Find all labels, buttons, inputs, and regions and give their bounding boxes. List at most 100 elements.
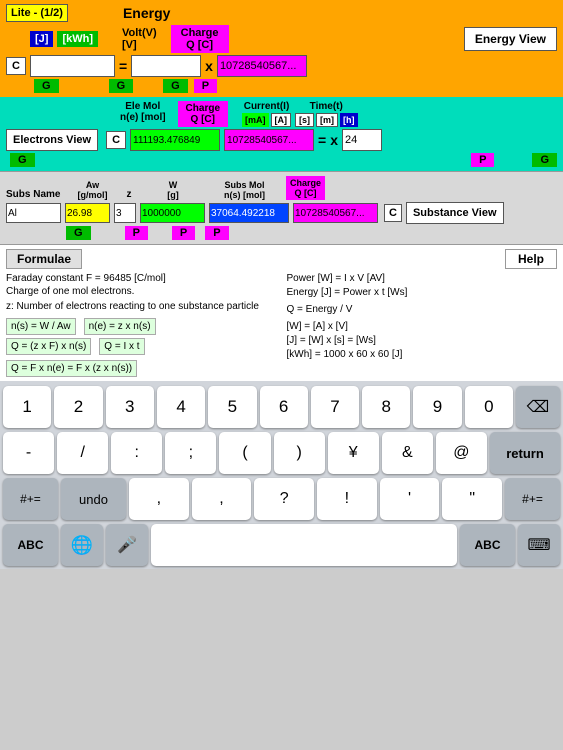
charge-input-mid[interactable]: 10728540567... xyxy=(224,129,314,151)
key-4[interactable]: 4 xyxy=(157,386,205,428)
energy-label: Energy xyxy=(123,5,170,21)
volt-input[interactable] xyxy=(131,55,201,77)
key-2[interactable]: 2 xyxy=(54,386,102,428)
g-button-3[interactable]: G xyxy=(163,79,188,93)
key-semicolon[interactable]: ; xyxy=(165,432,216,474)
right-formula-6: [kWh] = 1000 x 60 x 60 [J] xyxy=(287,349,558,360)
key-quote[interactable]: " xyxy=(442,478,502,520)
key-1[interactable]: 1 xyxy=(3,386,51,428)
formula-3: n(e) = z x n(s) xyxy=(84,318,156,335)
key-question[interactable]: ? xyxy=(254,478,314,520)
c-button-top[interactable]: C xyxy=(6,57,26,75)
p-button-mid[interactable]: P xyxy=(471,153,494,167)
key-5[interactable]: 5 xyxy=(208,386,256,428)
volt-label: Volt(V)[V] xyxy=(122,27,157,51)
key-at[interactable]: @ xyxy=(436,432,487,474)
key-colon[interactable]: : xyxy=(111,432,162,474)
space-bar[interactable] xyxy=(151,524,457,566)
z-input[interactable]: 3 xyxy=(114,203,136,223)
formulae-title: Formulae xyxy=(6,249,82,269)
key-comma-2[interactable]: , xyxy=(192,478,252,520)
key-delete[interactable]: ⌫ xyxy=(516,386,560,428)
g-button-1[interactable]: G xyxy=(34,79,59,93)
mid-equals: = xyxy=(318,132,326,148)
formula-5: Q = F x n(e) = F x (z x n(s)) xyxy=(6,360,137,377)
key-exclaim[interactable]: ! xyxy=(317,478,377,520)
key-undo[interactable]: undo xyxy=(61,478,126,520)
s-button[interactable]: [s] xyxy=(295,113,314,127)
subs-mol-input[interactable]: 37064.492218 xyxy=(209,203,289,223)
g-button-2[interactable]: G xyxy=(109,79,134,93)
subs-mol-label: Subs Moln(s) [mol] xyxy=(207,180,282,200)
subs-name-label: Subs Name xyxy=(6,189,66,200)
key-9[interactable]: 9 xyxy=(413,386,461,428)
p-button-subs-1[interactable]: P xyxy=(125,226,148,240)
key-open-paren[interactable]: ( xyxy=(219,432,270,474)
key-hashplus-left[interactable]: #+= xyxy=(3,478,58,520)
app-title: Lite - (1/2) xyxy=(6,4,68,22)
help-button[interactable]: Help xyxy=(505,249,557,269)
g-button-subs[interactable]: G xyxy=(66,226,91,240)
substance-view-button[interactable]: Substance View xyxy=(406,202,504,224)
globe-button[interactable]: 🌐 xyxy=(61,524,103,566)
key-7[interactable]: 7 xyxy=(311,386,359,428)
key-comma[interactable]: , xyxy=(129,478,189,520)
energy-view-button[interactable]: Energy View xyxy=(464,27,557,51)
key-0[interactable]: 0 xyxy=(465,386,513,428)
z-label: z xyxy=(119,189,139,200)
key-3[interactable]: 3 xyxy=(106,386,154,428)
energy-input[interactable] xyxy=(30,55,115,77)
keyboard-icon-button[interactable]: ⌨ xyxy=(518,524,560,566)
j-button[interactable]: [J] xyxy=(30,31,53,47)
right-formula-5: [J] = [W] x [s] = [Ws] xyxy=(287,335,558,346)
key-ampersand[interactable]: & xyxy=(382,432,433,474)
key-slash[interactable]: / xyxy=(57,432,108,474)
key-hashplus-right[interactable]: #+= xyxy=(505,478,560,520)
formula-line-1: Faraday constant F = 96485 [C/mol] xyxy=(6,273,277,284)
g-button-mid-1[interactable]: G xyxy=(10,153,35,167)
time-input[interactable]: 24 xyxy=(342,129,382,151)
right-formula-2: Energy [J] = Power x t [Ws] xyxy=(287,287,558,298)
equals-sign: = xyxy=(119,58,127,74)
formula-line-2: Charge of one mol electrons. xyxy=(6,286,277,297)
g-button-mid-2[interactable]: G xyxy=(532,153,557,167)
al-input[interactable]: Al xyxy=(6,203,61,223)
charge-label-mid: ChargeQ [C] xyxy=(178,101,228,127)
abc-button-left[interactable]: ABC xyxy=(3,524,58,566)
right-formula-3: Q = Energy / V xyxy=(287,304,558,315)
key-minus[interactable]: - xyxy=(3,432,54,474)
aw-input[interactable]: 26.98 xyxy=(65,203,110,223)
charge-label-top: Charge Q [C] xyxy=(171,25,229,53)
h-button[interactable]: [h] xyxy=(340,113,358,127)
c-button-subs[interactable]: C xyxy=(384,204,402,222)
charge-input-top[interactable]: 10728540567... xyxy=(217,55,307,77)
ele-mol-label: Ele Moln(e) [mol] xyxy=(120,101,166,123)
mic-button[interactable]: 🎤 xyxy=(106,524,148,566)
a-button[interactable]: [A] xyxy=(271,113,292,127)
mid-times: x xyxy=(330,132,338,148)
ma-button[interactable]: [mA] xyxy=(242,113,269,127)
ele-mol-input[interactable]: 111193.476849 xyxy=(130,129,220,151)
charge-input-subs[interactable]: 10728540567... xyxy=(293,203,378,223)
m-button[interactable]: [m] xyxy=(316,113,338,127)
key-8[interactable]: 8 xyxy=(362,386,410,428)
formula-2: Q = (z x F) x n(s) xyxy=(6,338,91,355)
key-yen[interactable]: ¥ xyxy=(328,432,379,474)
formula-4: Q = I x t xyxy=(99,338,144,355)
current-label: Current(I) xyxy=(242,101,291,112)
formula-1: n(s) = W / Aw xyxy=(6,318,76,335)
abc-button-right[interactable]: ABC xyxy=(460,524,515,566)
c-button-mid[interactable]: C xyxy=(106,131,126,149)
charge-label-subs: ChargeQ [C] xyxy=(286,176,325,200)
w-input[interactable]: 1000000 xyxy=(140,203,205,223)
key-6[interactable]: 6 xyxy=(260,386,308,428)
electrons-view-button[interactable]: Electrons View xyxy=(6,129,98,151)
key-return[interactable]: return xyxy=(490,432,560,474)
p-button-top[interactable]: P xyxy=(194,79,217,93)
p-button-subs-3[interactable]: P xyxy=(205,226,228,240)
w-label: W[g] xyxy=(143,180,203,200)
key-apostrophe[interactable]: ' xyxy=(380,478,440,520)
kwh-button[interactable]: [kWh] xyxy=(57,31,98,47)
key-close-paren[interactable]: ) xyxy=(274,432,325,474)
p-button-subs-2[interactable]: P xyxy=(172,226,195,240)
